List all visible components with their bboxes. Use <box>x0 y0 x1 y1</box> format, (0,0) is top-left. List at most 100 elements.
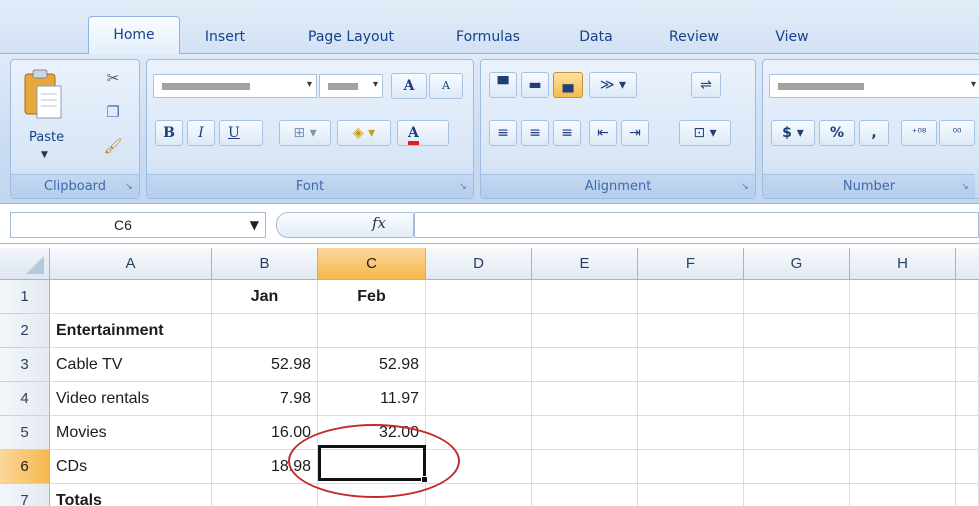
top-align-button[interactable]: ▀ <box>489 72 517 98</box>
increase-indent-button[interactable]: ⇥ <box>621 120 649 146</box>
formula-input[interactable] <box>414 212 979 238</box>
empty-cell[interactable] <box>956 416 979 450</box>
row-header-7[interactable]: 7 <box>0 484 50 506</box>
cell-a4[interactable]: Video rentals <box>50 382 212 416</box>
clipboard-launcher-icon[interactable]: ↘ <box>123 181 135 193</box>
empty-cell[interactable] <box>744 348 850 382</box>
font-launcher-icon[interactable]: ↘ <box>457 181 469 193</box>
cell-b4[interactable]: 7.98 <box>212 382 318 416</box>
align-left-button[interactable]: ≡ <box>489 120 517 146</box>
font-name-combo[interactable]: ▾ <box>153 74 317 98</box>
column-header-c[interactable]: C <box>318 248 426 280</box>
empty-cell[interactable] <box>532 416 638 450</box>
empty-cell[interactable] <box>532 484 638 506</box>
empty-cell[interactable] <box>850 314 956 348</box>
format-painter-icon[interactable]: 🖌 <box>103 136 123 156</box>
cell-c4[interactable]: 11.97 <box>318 382 426 416</box>
italic-button[interactable]: I <box>187 120 215 146</box>
empty-cell[interactable] <box>850 450 956 484</box>
select-all-button[interactable] <box>0 248 50 280</box>
empty-cell[interactable] <box>956 450 979 484</box>
paste-button[interactable]: Paste ▼ <box>15 64 75 170</box>
empty-cell[interactable] <box>638 280 744 314</box>
empty-cell[interactable] <box>744 314 850 348</box>
empty-cell[interactable] <box>426 382 532 416</box>
fill-color-button[interactable]: ◈ ▾ <box>337 120 391 146</box>
paste-dropdown-icon[interactable]: ▼ <box>41 150 48 160</box>
empty-cell[interactable] <box>850 348 956 382</box>
align-center-button[interactable]: ≡ <box>521 120 549 146</box>
column-header-a[interactable]: A <box>50 248 212 280</box>
row-header-4[interactable]: 4 <box>0 382 50 416</box>
empty-cell[interactable] <box>744 484 850 506</box>
increase-decimal-button[interactable]: ⁺⁰⁸ <box>901 120 937 146</box>
row-header-2[interactable]: 2 <box>0 314 50 348</box>
middle-align-button[interactable]: ▬ <box>521 72 549 98</box>
empty-cell[interactable] <box>532 314 638 348</box>
merge-center-button[interactable]: ⊡ ▾ <box>679 120 731 146</box>
empty-cell[interactable] <box>850 416 956 450</box>
wrap-text-button[interactable]: ⇌ <box>691 72 721 98</box>
tab-data[interactable]: Data <box>566 22 626 52</box>
cell-b1[interactable]: Jan <box>212 280 318 314</box>
empty-cell[interactable] <box>638 348 744 382</box>
tab-review[interactable]: Review <box>656 22 732 52</box>
empty-cell[interactable] <box>426 484 532 506</box>
empty-cell[interactable] <box>638 314 744 348</box>
cell-a5[interactable]: Movies <box>50 416 212 450</box>
alignment-launcher-icon[interactable]: ↘ <box>739 181 751 193</box>
empty-cell[interactable] <box>638 450 744 484</box>
cell-b3[interactable]: 52.98 <box>212 348 318 382</box>
empty-cell[interactable] <box>426 280 532 314</box>
empty-cell[interactable] <box>744 450 850 484</box>
empty-cell[interactable] <box>956 280 979 314</box>
cell-a2[interactable]: Entertainment <box>50 314 212 348</box>
empty-cell[interactable] <box>426 314 532 348</box>
bold-button[interactable]: B <box>155 120 183 146</box>
tab-formulas[interactable]: Formulas <box>438 22 538 52</box>
row-header-6[interactable]: 6 <box>0 450 50 484</box>
tab-view[interactable]: View <box>764 22 820 52</box>
empty-cell[interactable] <box>744 382 850 416</box>
number-format-combo[interactable]: ▾ <box>769 74 979 98</box>
cell-c3[interactable]: 52.98 <box>318 348 426 382</box>
empty-cell[interactable] <box>212 314 318 348</box>
decrease-indent-button[interactable]: ⇤ <box>589 120 617 146</box>
empty-cell[interactable] <box>956 484 979 506</box>
comma-button[interactable]: , <box>859 120 889 146</box>
row-header-5[interactable]: 5 <box>0 416 50 450</box>
column-header-f[interactable]: F <box>638 248 744 280</box>
row-header-1[interactable]: 1 <box>0 280 50 314</box>
orientation-button[interactable]: ≫ ▾ <box>589 72 637 98</box>
empty-cell[interactable] <box>956 382 979 416</box>
copy-icon[interactable]: ❐ <box>103 102 123 122</box>
empty-cell[interactable] <box>638 416 744 450</box>
borders-button[interactable]: ⊞ ▾ <box>279 120 331 146</box>
font-size-combo[interactable]: ▾ <box>319 74 383 98</box>
empty-cell[interactable] <box>638 382 744 416</box>
empty-cell[interactable] <box>318 314 426 348</box>
empty-cell[interactable] <box>956 348 979 382</box>
empty-cell[interactable] <box>956 314 979 348</box>
font-color-button[interactable]: A <box>397 120 449 146</box>
percent-button[interactable]: % <box>819 120 855 146</box>
tab-home[interactable]: Home <box>88 16 180 55</box>
cell-a7[interactable]: Totals <box>50 484 212 506</box>
currency-button[interactable]: $ ▾ <box>771 120 815 146</box>
column-header-h[interactable]: H <box>850 248 956 280</box>
name-box-dropdown-icon[interactable]: ▼ <box>250 213 259 237</box>
empty-cell[interactable] <box>212 484 318 506</box>
tab-insert[interactable]: Insert <box>190 22 260 52</box>
empty-cell[interactable] <box>638 484 744 506</box>
empty-cell[interactable] <box>532 450 638 484</box>
cut-icon[interactable]: ✂ <box>103 68 123 88</box>
column-header-d[interactable]: D <box>426 248 532 280</box>
insert-function-icon[interactable]: fx <box>372 214 386 232</box>
empty-cell[interactable] <box>744 416 850 450</box>
column-header-b[interactable]: B <box>212 248 318 280</box>
grow-font-button[interactable]: A <box>391 73 427 99</box>
cell-c1[interactable]: Feb <box>318 280 426 314</box>
row-header-3[interactable]: 3 <box>0 348 50 382</box>
shrink-font-button[interactable]: A <box>429 73 463 99</box>
empty-cell[interactable] <box>532 348 638 382</box>
